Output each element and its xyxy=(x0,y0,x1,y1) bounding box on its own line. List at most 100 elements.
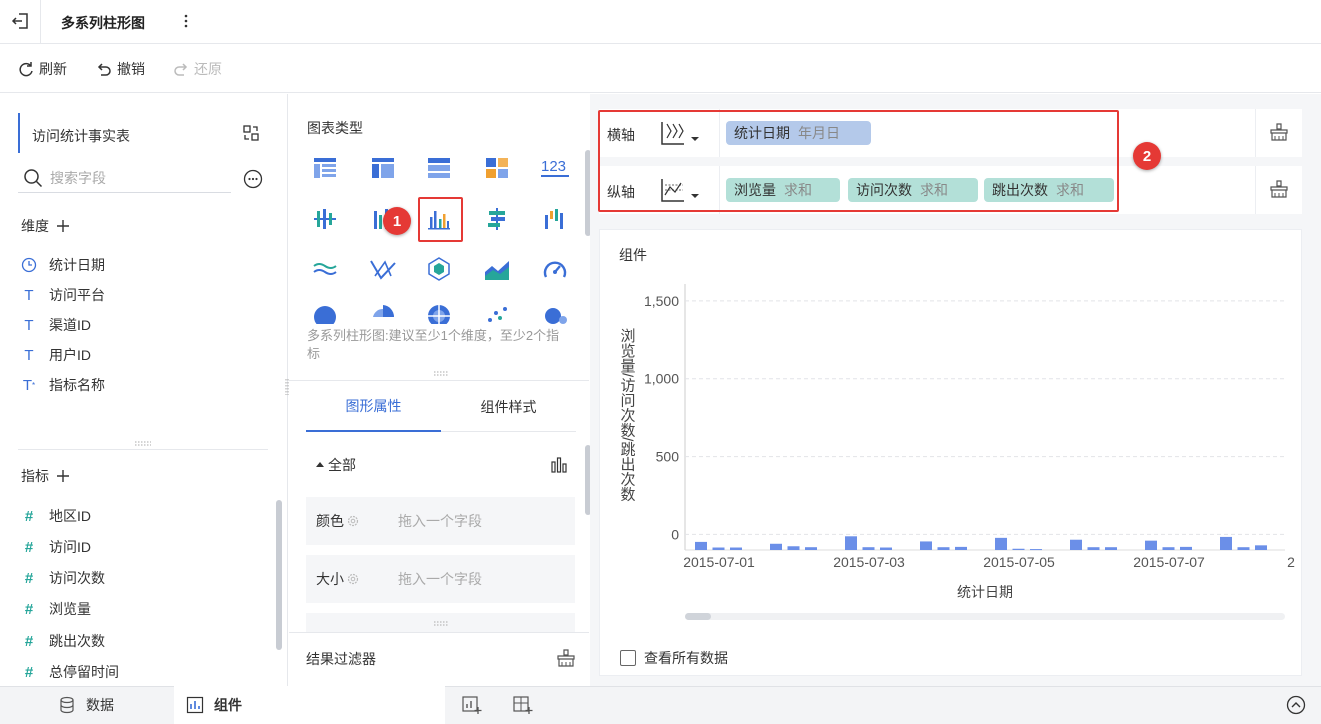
divider xyxy=(289,380,589,381)
dimension-field[interactable]: T 访问平台 xyxy=(21,284,105,306)
x-tick-label: 2015-07-0 xyxy=(1287,554,1295,570)
tab-component-label: 组件 xyxy=(214,697,242,713)
group-table-icon[interactable] xyxy=(364,149,402,187)
collapse-panel-icon[interactable] xyxy=(1285,694,1307,716)
chart-type-label: 图表类型 xyxy=(307,120,363,136)
redo-button[interactable]: 还原 xyxy=(172,59,222,79)
dimensions-header: 维度 xyxy=(21,216,69,236)
measure-label: 访问次数 xyxy=(49,570,105,586)
measure-field[interactable]: # 总停留时间 xyxy=(21,661,119,683)
measure-field[interactable]: # 访问次数 xyxy=(21,567,105,589)
measure-label: 地区ID xyxy=(49,508,91,524)
result-filter-label: 结果过滤器 xyxy=(306,651,376,667)
area-chart-icon[interactable] xyxy=(478,250,516,288)
step-badge-1: 1 xyxy=(383,207,411,235)
bar xyxy=(805,547,817,550)
bar-chart-small-icon[interactable] xyxy=(550,456,568,474)
dimension-field[interactable]: 统计日期 xyxy=(21,254,105,276)
property-label: 大小 xyxy=(316,571,344,587)
tab-component-style[interactable]: 组件样式 xyxy=(441,382,576,432)
more-vertical-icon[interactable] xyxy=(180,11,192,31)
refresh-icon xyxy=(19,62,33,77)
number-type-icon: # xyxy=(24,569,34,587)
tab-data[interactable]: 数据 xyxy=(58,686,114,724)
bar xyxy=(730,547,742,550)
chart-scroll-thumb[interactable] xyxy=(685,613,711,620)
bar xyxy=(937,547,950,550)
undo-button[interactable]: 撤销 xyxy=(95,59,145,79)
more-options-icon[interactable] xyxy=(243,169,263,189)
field-list-scrollbar[interactable] xyxy=(276,500,282,650)
radar-line-icon[interactable] xyxy=(364,250,402,288)
bar xyxy=(712,547,725,550)
splitter-handle[interactable] xyxy=(132,440,154,448)
all-series-toggle[interactable]: 全部 xyxy=(316,455,356,475)
title-separator xyxy=(40,0,41,44)
line-chart-icon[interactable] xyxy=(306,250,344,288)
bar xyxy=(920,541,932,550)
measure-field[interactable]: # 地区ID xyxy=(21,505,91,527)
show-all-checkbox[interactable] xyxy=(620,650,636,666)
multi-series-bar-chart: 0 500 1,000 1,500 2015-07-01 2015-07-03 2015-0… xyxy=(619,284,1295,600)
gear-icon[interactable] xyxy=(347,515,359,527)
color-property-row[interactable]: 颜色 拖入一个字段 xyxy=(306,497,575,545)
measure-field[interactable]: # 跳出次数 xyxy=(21,630,105,652)
property-drop-placeholder: 拖入一个字段 xyxy=(398,571,482,587)
search-input[interactable] xyxy=(50,167,225,189)
filter-icon[interactable] xyxy=(1269,179,1289,199)
filter-icon[interactable] xyxy=(1269,122,1289,142)
add-dimension-icon[interactable] xyxy=(57,220,69,232)
chart-component-icon xyxy=(186,696,204,714)
text-type-icon: T xyxy=(24,346,34,364)
add-component-icon[interactable] xyxy=(461,694,483,716)
bar xyxy=(1237,547,1250,550)
kpi-number-icon[interactable]: 123 xyxy=(536,149,574,187)
divider xyxy=(18,449,268,450)
dimension-field[interactable]: T 渠道ID xyxy=(21,314,91,336)
bubble-chart-icon[interactable] xyxy=(536,300,574,324)
multilayer-pie-icon[interactable] xyxy=(420,300,458,324)
detail-table-icon[interactable] xyxy=(420,149,458,187)
table-chart-icon[interactable] xyxy=(306,149,344,187)
table-name: 访问统计事实表 xyxy=(32,128,130,144)
size-property-row[interactable]: 大小 拖入一个字段 xyxy=(306,555,575,603)
bar xyxy=(695,541,707,550)
gauge-chart-icon[interactable] xyxy=(536,250,574,288)
rose-chart-icon[interactable] xyxy=(364,300,402,324)
range-bar-icon[interactable] xyxy=(478,200,516,238)
bar xyxy=(1087,547,1100,550)
pie-chart-icon[interactable] xyxy=(306,300,344,324)
tab-component[interactable]: 组件 xyxy=(174,686,445,724)
undo-icon xyxy=(97,63,111,76)
radar-chart-icon[interactable] xyxy=(420,250,458,288)
all-label: 全部 xyxy=(328,457,356,473)
measure-field[interactable]: # 浏览量 xyxy=(21,598,91,620)
divider xyxy=(289,632,589,633)
add-dashboard-icon[interactable] xyxy=(512,694,534,716)
dimension-field[interactable]: T 用户ID xyxy=(21,344,91,366)
scatter-chart-icon[interactable] xyxy=(478,300,516,324)
show-all-data-option[interactable]: 查看所有数据 xyxy=(620,648,728,668)
filter-icon[interactable] xyxy=(556,648,576,668)
measures-header: 指标 xyxy=(21,466,69,486)
splitter-handle[interactable] xyxy=(432,620,450,628)
measure-field[interactable]: # 访问ID xyxy=(21,536,91,558)
add-measure-icon[interactable] xyxy=(57,470,69,482)
dimension-field[interactable]: T * 指标名称 xyxy=(21,374,105,396)
exit-icon[interactable] xyxy=(10,10,32,32)
bar xyxy=(787,546,800,550)
bar xyxy=(845,536,857,550)
waterfall-chart-icon[interactable] xyxy=(536,200,574,238)
cross-table-icon[interactable] xyxy=(478,149,516,187)
stacked-column-icon[interactable] xyxy=(306,200,344,238)
tab-graphic-properties[interactable]: 图形属性 xyxy=(306,382,441,432)
gear-icon[interactable] xyxy=(347,573,359,585)
y-axis-title: 浏览量/访问次数/跳出次数 xyxy=(619,328,636,502)
refresh-button[interactable]: 刷新 xyxy=(17,59,67,79)
bar xyxy=(1012,548,1025,550)
chart-horizontal-scrollbar[interactable] xyxy=(685,613,1285,620)
splitter-handle[interactable] xyxy=(432,370,450,378)
switch-table-icon[interactable] xyxy=(242,124,260,142)
measure-label: 总停留时间 xyxy=(49,664,119,680)
property-drop-placeholder: 拖入一个字段 xyxy=(398,513,482,529)
